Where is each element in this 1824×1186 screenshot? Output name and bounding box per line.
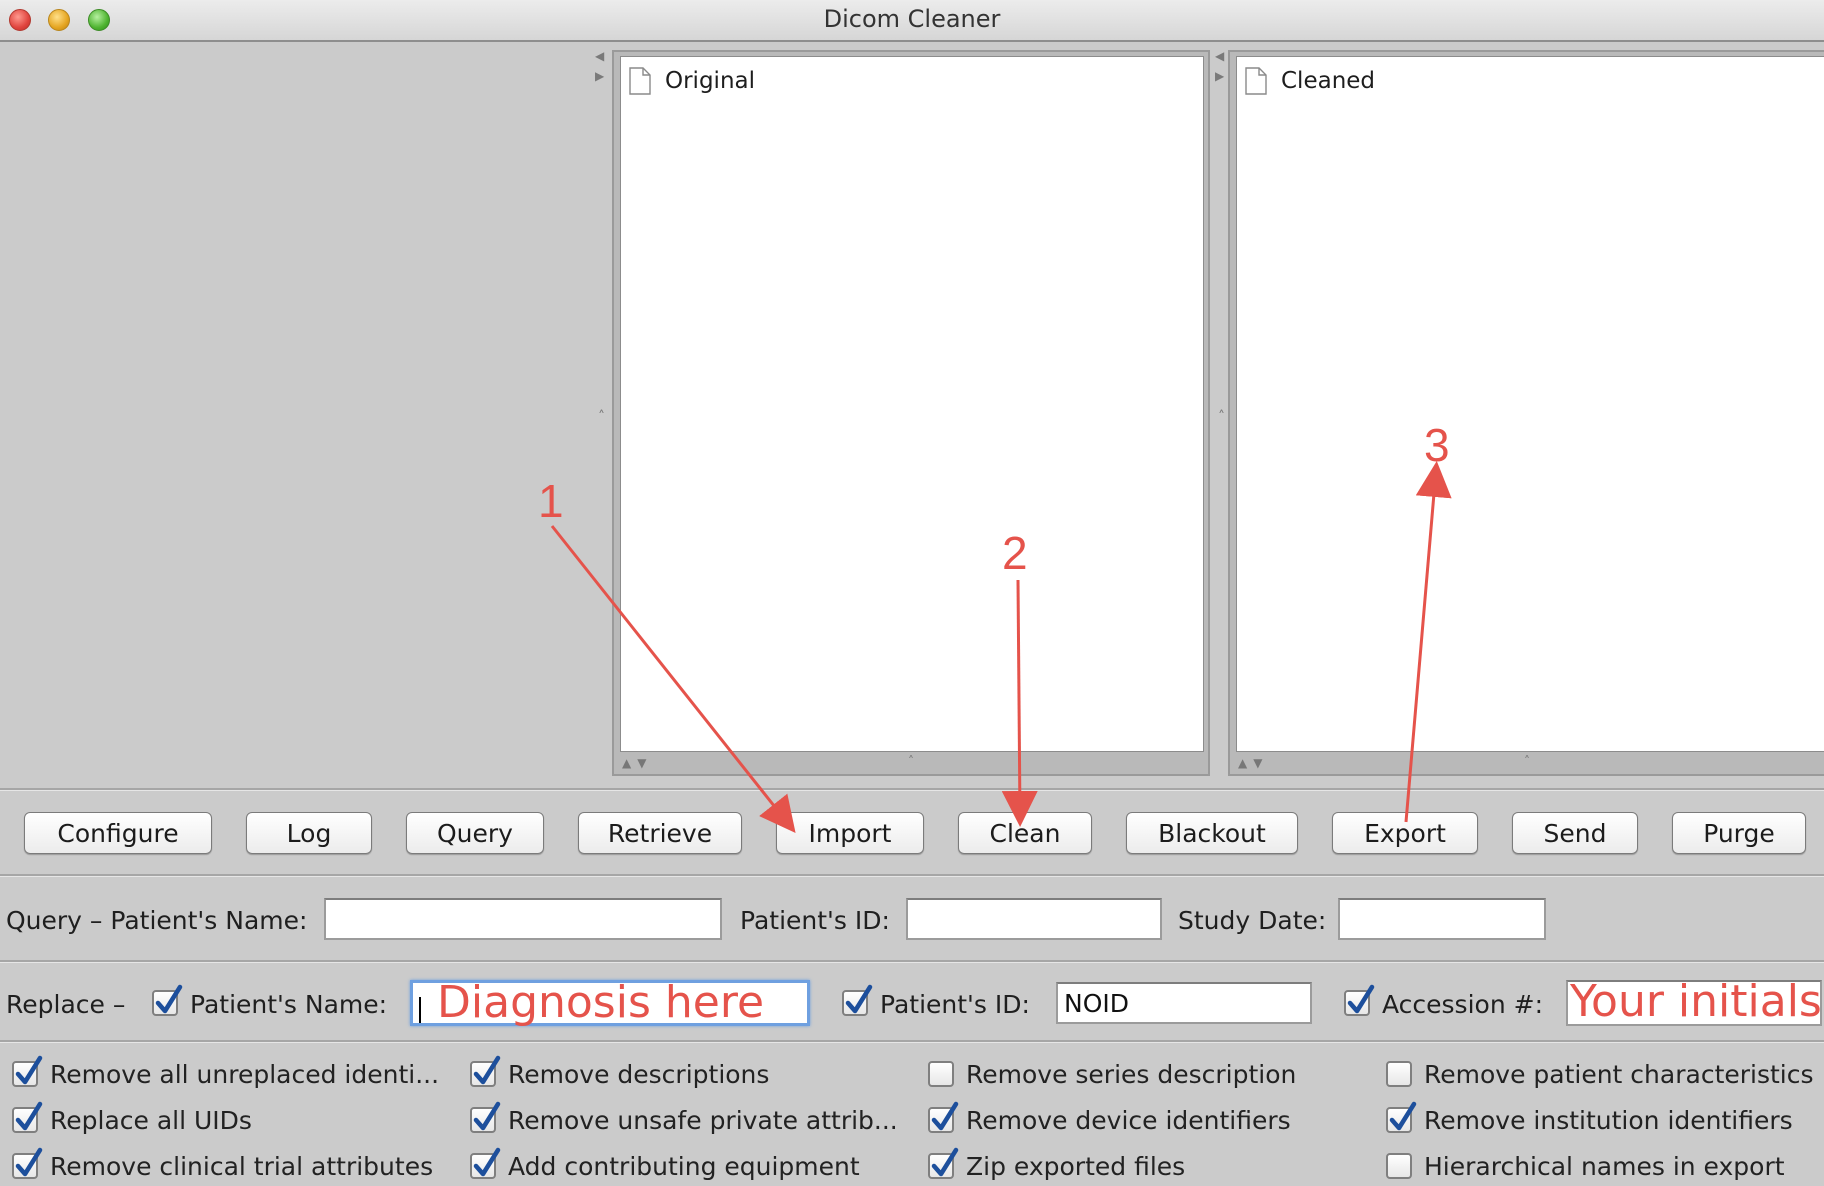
original-tree-item[interactable]: Original <box>629 67 755 95</box>
separator <box>0 962 1824 963</box>
query-button[interactable]: Query <box>406 812 544 854</box>
option-label: Remove institution identifiers <box>1424 1106 1793 1135</box>
option-label: Remove descriptions <box>508 1060 770 1089</box>
option-checkbox[interactable] <box>470 1147 501 1179</box>
replace-accession-checkbox[interactable] <box>1344 984 1375 1016</box>
expand-right-arrow-icon[interactable]: ▶ <box>595 70 604 82</box>
original-scroll-footer: ▲▼ ˄ <box>614 754 1208 774</box>
checkmark-icon <box>931 1147 959 1177</box>
replace-label: Replace – <box>6 990 126 1019</box>
option-label: Zip exported files <box>966 1152 1186 1181</box>
replace-patient-id-label: Patient's ID: <box>880 990 1030 1019</box>
checkmark-icon <box>845 984 873 1014</box>
separator <box>0 1042 1824 1043</box>
option-checkbox[interactable] <box>928 1061 954 1087</box>
split-divider-left[interactable]: ◀ ▶ ˄ <box>590 44 612 786</box>
separator <box>0 790 1824 791</box>
option-checkbox[interactable] <box>12 1147 43 1179</box>
expand-right-arrow-icon[interactable]: ▶ <box>1215 70 1224 82</box>
separator <box>0 876 1824 877</box>
option-label: Replace all UIDs <box>50 1106 252 1135</box>
purge-button[interactable]: Purge <box>1672 812 1806 854</box>
divider-grip-icon: ˄ <box>598 409 605 425</box>
option-checkbox[interactable] <box>1386 1061 1412 1087</box>
replace-patient-name-checkbox[interactable] <box>152 984 183 1016</box>
annotation-step-2: 2 <box>1002 527 1028 579</box>
send-button[interactable]: Send <box>1512 812 1638 854</box>
checkmark-icon <box>473 1147 501 1177</box>
scroll-up-down-icon[interactable]: ▲▼ <box>1238 756 1268 770</box>
cleaned-tree-item[interactable]: Cleaned <box>1245 67 1375 95</box>
option-label: Remove device identifiers <box>966 1106 1291 1135</box>
original-label: Original <box>665 68 756 94</box>
cleaned-scroll-footer: ▲▼ ˄ <box>1230 754 1824 774</box>
option-label: Remove patient characteristics <box>1424 1060 1814 1089</box>
cleaned-tree[interactable]: Cleaned <box>1236 56 1824 752</box>
left-empty-pane <box>0 44 590 784</box>
query-patient-name-label: Query – Patient's Name: <box>6 906 308 935</box>
option-checkbox[interactable] <box>1386 1153 1412 1179</box>
clean-button[interactable]: Clean <box>958 812 1092 854</box>
replace-accession-input[interactable]: Your initials <box>1566 980 1822 1026</box>
option-label: Remove clinical trial attributes <box>50 1152 434 1181</box>
original-panel: Original ▲▼ ˄ <box>612 50 1210 776</box>
annotation-step-3: 3 <box>1424 419 1450 471</box>
text-caret <box>419 997 421 1023</box>
dicom-cleaner-window: Dicom Cleaner ◀ ▶ ˄ Original ▲▼ ˄ ◀ ▶ ˄ <box>0 0 1824 1186</box>
query-study-date-input[interactable] <box>1338 898 1546 940</box>
export-button[interactable]: Export <box>1332 812 1478 854</box>
checkmark-icon <box>155 984 183 1014</box>
replace-patient-id-input[interactable]: NOID <box>1056 982 1312 1024</box>
retrieve-button[interactable]: Retrieve <box>578 812 742 854</box>
checkmark-icon <box>1347 984 1375 1014</box>
document-icon <box>1245 67 1267 95</box>
query-study-date-label: Study Date: <box>1178 906 1327 935</box>
option-label: Remove all unreplaced identi... <box>50 1060 440 1089</box>
original-tree[interactable]: Original <box>620 56 1204 752</box>
replace-patient-name-value: Diagnosis here <box>437 977 765 1028</box>
option-checkbox[interactable] <box>1386 1101 1417 1133</box>
checkmark-icon <box>15 1055 43 1085</box>
annotation-step-1: 1 <box>538 475 564 527</box>
option-label: Add contributing equipment <box>508 1152 860 1181</box>
checkmark-icon <box>473 1055 501 1085</box>
query-patient-id-input[interactable] <box>906 898 1162 940</box>
replace-patient-id-checkbox[interactable] <box>842 984 873 1016</box>
checkmark-icon <box>1389 1101 1417 1131</box>
replace-accession-value: Your initials <box>1570 980 1822 1026</box>
option-label: Hierarchical names in export <box>1424 1152 1785 1181</box>
cleaned-label: Cleaned <box>1281 68 1376 94</box>
blackout-button[interactable]: Blackout <box>1126 812 1298 854</box>
cleaned-panel: Cleaned ▲▼ ˄ <box>1228 50 1824 776</box>
option-checkbox[interactable] <box>12 1101 43 1133</box>
replace-patient-name-label: Patient's Name: <box>190 990 388 1019</box>
configure-button[interactable]: Configure <box>24 812 212 854</box>
title-bar: Dicom Cleaner <box>0 0 1824 42</box>
document-icon <box>629 67 651 95</box>
checkmark-icon <box>15 1147 43 1177</box>
divider-grip-icon: ˄ <box>1218 409 1225 425</box>
window-title: Dicom Cleaner <box>823 5 1001 33</box>
option-label: Remove unsafe private attrib... <box>508 1106 898 1135</box>
horizontal-grip-icon: ˄ <box>1524 754 1530 768</box>
option-checkbox[interactable] <box>928 1101 959 1133</box>
import-button[interactable]: Import <box>776 812 924 854</box>
option-checkbox[interactable] <box>12 1055 43 1087</box>
option-checkbox[interactable] <box>928 1147 959 1179</box>
query-patient-name-input[interactable] <box>324 898 722 940</box>
horizontal-grip-icon: ˄ <box>908 754 914 768</box>
replace-accession-label: Accession #: <box>1382 990 1543 1019</box>
option-label: Remove series description <box>966 1060 1297 1089</box>
checkmark-icon <box>15 1101 43 1131</box>
scroll-up-down-icon[interactable]: ▲▼ <box>622 756 652 770</box>
checkmark-icon <box>931 1101 959 1131</box>
checkmark-icon <box>473 1101 501 1131</box>
collapse-left-arrow-icon[interactable]: ◀ <box>1215 50 1224 62</box>
log-button[interactable]: Log <box>246 812 372 854</box>
option-checkbox[interactable] <box>470 1101 501 1133</box>
option-checkbox[interactable] <box>470 1055 501 1087</box>
query-patient-id-label: Patient's ID: <box>740 906 890 935</box>
replace-patient-name-input[interactable]: Diagnosis here <box>410 980 810 1026</box>
collapse-left-arrow-icon[interactable]: ◀ <box>595 50 604 62</box>
